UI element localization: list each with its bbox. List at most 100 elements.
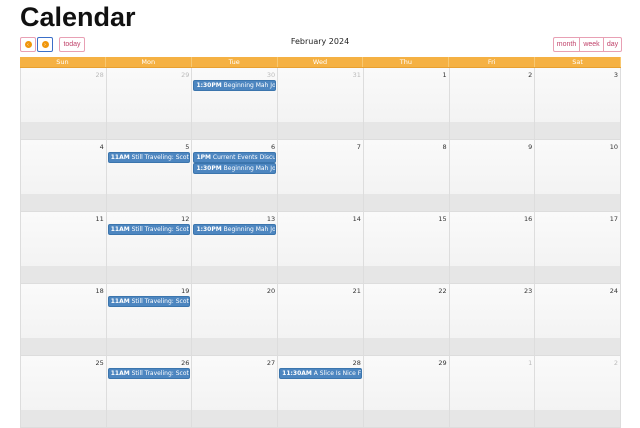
calendar-event[interactable]: 11AM Still Traveling: Scotland: [107, 296, 191, 307]
day-cell[interactable]: 2611AM Still Traveling: Scotland: [106, 356, 193, 428]
calendar-event[interactable]: 1:30PM Beginning Mah Jong: [193, 163, 277, 174]
day-number: 16: [524, 215, 533, 223]
day-number: 31: [352, 71, 361, 79]
day-cell[interactable]: 511AM Still Traveling: Scotland: [106, 140, 193, 212]
day-cell[interactable]: 31: [278, 68, 364, 140]
event-title: A Slice Is Nice Fun: [313, 370, 361, 377]
day-number: 29: [181, 71, 190, 79]
day-cell[interactable]: 2: [449, 68, 536, 140]
day-cell[interactable]: 3: [535, 68, 622, 140]
day-number: 30: [266, 71, 276, 79]
day-number: 18: [95, 287, 104, 295]
day-number: 22: [438, 287, 447, 295]
week-row: 111211AM Still Traveling: Scotland131:30…: [20, 212, 622, 284]
calendar-event[interactable]: 11AM Still Traveling: Scotland: [107, 224, 191, 235]
event-time: 1:30PM: [196, 82, 222, 89]
day-cell[interactable]: 61PM Current Events Discussion1:30PM Beg…: [192, 140, 279, 212]
calendar-event[interactable]: 1:30PM Beginning Mah Jong: [193, 80, 277, 91]
day-cell[interactable]: 2: [535, 356, 622, 428]
day-cell[interactable]: 1: [363, 68, 450, 140]
day-cell[interactable]: 20: [192, 284, 279, 356]
week-row: 181911AM Still Traveling: Scotland202122…: [20, 284, 622, 356]
day-cell[interactable]: 22: [363, 284, 450, 356]
day-number: 17: [609, 215, 619, 223]
day-number: 2: [528, 71, 533, 79]
day-cell[interactable]: 1: [449, 356, 536, 428]
calendar-event[interactable]: 1PM Current Events Discussion: [193, 152, 277, 163]
event-title: Still Traveling: Scotland: [131, 226, 190, 233]
day-number: 5: [185, 143, 190, 151]
day-cell[interactable]: 2811:30AM A Slice Is Nice Fun: [278, 356, 364, 428]
calendar-event[interactable]: 11AM Still Traveling: Scotland: [107, 368, 191, 379]
calendar-event[interactable]: 11AM Still Traveling: Scotland: [107, 152, 191, 163]
event-time: 11AM: [110, 370, 130, 377]
day-number: 19: [181, 287, 190, 295]
weekday-sat: Sat: [535, 57, 622, 67]
day-cell[interactable]: 9: [449, 140, 536, 212]
day-cell[interactable]: 131:30PM Beginning Mah Jong: [192, 212, 279, 284]
event-time: 1:30PM: [196, 165, 222, 172]
week-view-button[interactable]: week: [579, 37, 604, 52]
day-cell[interactable]: 4: [20, 140, 107, 212]
weekday-mon: Mon: [106, 57, 192, 67]
day-cell[interactable]: 29: [363, 356, 450, 428]
page-title: Calendar: [20, 2, 136, 32]
event-time: 1:30PM: [196, 226, 222, 233]
day-cell[interactable]: 25: [20, 356, 107, 428]
day-cell[interactable]: 11: [20, 212, 107, 284]
day-number: 11: [95, 215, 104, 223]
day-cell[interactable]: 1911AM Still Traveling: Scotland: [106, 284, 193, 356]
day-cell[interactable]: 24: [535, 284, 622, 356]
day-number: 3: [613, 71, 619, 79]
event-time: 11AM: [110, 226, 130, 233]
day-cell[interactable]: 29: [106, 68, 193, 140]
day-number: 8: [442, 143, 447, 151]
day-cell[interactable]: 14: [278, 212, 364, 284]
event-title: Still Traveling: Scotland: [131, 370, 190, 377]
day-number: 23: [524, 287, 533, 295]
day-number: 1: [528, 359, 533, 367]
day-cell[interactable]: 28: [20, 68, 107, 140]
calendar-event[interactable]: 1:30PM Beginning Mah Jong: [193, 224, 277, 235]
weekday-tue: Tue: [192, 57, 278, 67]
day-number: 9: [528, 143, 533, 151]
event-time: 11AM: [110, 154, 130, 161]
event-title: Current Events Discussion: [212, 154, 277, 161]
weekday-thu: Thu: [363, 57, 450, 67]
day-cell[interactable]: 16: [449, 212, 536, 284]
day-cell[interactable]: 8: [363, 140, 450, 212]
day-cell[interactable]: 10: [535, 140, 622, 212]
week-row: 252611AM Still Traveling: Scotland272811…: [20, 356, 622, 428]
day-number: 28: [95, 71, 104, 79]
day-number: 12: [181, 215, 190, 223]
day-cell[interactable]: 7: [278, 140, 364, 212]
day-number: 6: [271, 143, 276, 151]
weekday-sun: Sun: [20, 57, 106, 67]
day-number: 2: [613, 359, 619, 367]
day-cell[interactable]: 15: [363, 212, 450, 284]
event-time: 1PM: [196, 154, 211, 161]
event-title: Beginning Mah Jong: [223, 82, 276, 89]
month-view-button[interactable]: month: [553, 37, 580, 52]
event-time: 11AM: [110, 298, 130, 305]
day-cell[interactable]: 1211AM Still Traveling: Scotland: [106, 212, 193, 284]
day-number: 20: [266, 287, 276, 295]
day-cell[interactable]: 23: [449, 284, 536, 356]
day-number: 10: [609, 143, 619, 151]
week-row: 4511AM Still Traveling: Scotland61PM Cur…: [20, 140, 622, 212]
day-number: 25: [95, 359, 104, 367]
day-cell[interactable]: 301:30PM Beginning Mah Jong: [192, 68, 279, 140]
day-cell[interactable]: 27: [192, 356, 279, 428]
event-title: Still Traveling: Scotland: [131, 298, 190, 305]
day-number: 7: [356, 143, 361, 151]
day-cell[interactable]: 17: [535, 212, 622, 284]
day-cell[interactable]: 18: [20, 284, 107, 356]
event-title: Beginning Mah Jong: [223, 165, 276, 172]
event-title: Still Traveling: Scotland: [131, 154, 190, 161]
day-view-button[interactable]: day: [603, 37, 622, 52]
day-number: 14: [352, 215, 361, 223]
day-cell[interactable]: 21: [278, 284, 364, 356]
day-number: 21: [352, 287, 361, 295]
event-time: 11:30AM: [282, 370, 312, 377]
calendar-event[interactable]: 11:30AM A Slice Is Nice Fun: [279, 368, 362, 379]
